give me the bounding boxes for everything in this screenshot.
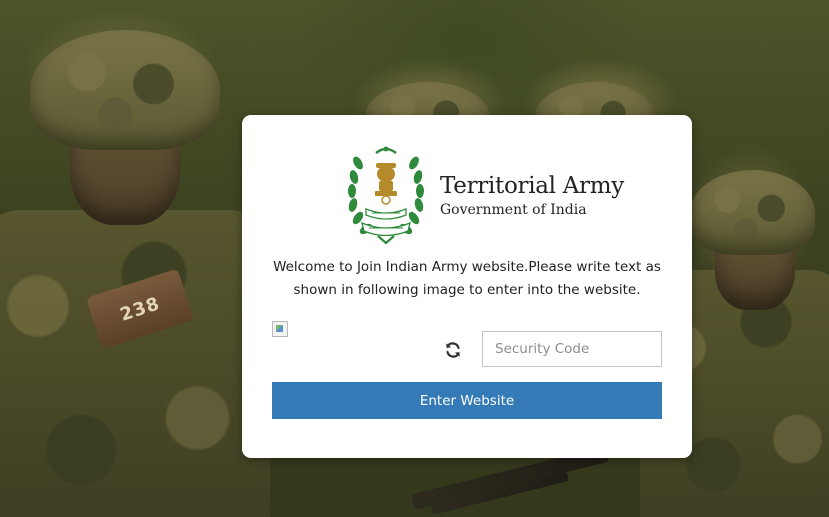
background-soldier-right-helmet: [690, 170, 815, 255]
welcome-line-2: shown in following image to enter into t…: [293, 282, 641, 298]
welcome-message: Welcome to Join Indian Army website.Plea…: [262, 256, 672, 302]
logo-text: Territorial Army Government of India: [440, 172, 624, 219]
refresh-icon[interactable]: [444, 341, 462, 359]
background-soldier-left-body: [0, 210, 270, 517]
background-soldier-left-helmet: [30, 30, 220, 150]
territorial-army-logo: Territorial Army Government of India: [346, 143, 624, 247]
broken-image-icon: [272, 321, 288, 337]
logo-subtitle: Government of India: [440, 202, 587, 219]
territorial-army-emblem-icon: [346, 143, 426, 247]
enter-website-button[interactable]: Enter Website: [272, 382, 662, 419]
logo-title: Territorial Army: [440, 172, 624, 199]
entry-dialog: Territorial Army Government of India Wel…: [242, 115, 692, 458]
security-code-input[interactable]: [482, 331, 662, 367]
login-screen: 238 Territorial Army Government of India…: [0, 0, 829, 517]
welcome-line-1: Welcome to Join Indian Army website.Plea…: [273, 259, 661, 275]
